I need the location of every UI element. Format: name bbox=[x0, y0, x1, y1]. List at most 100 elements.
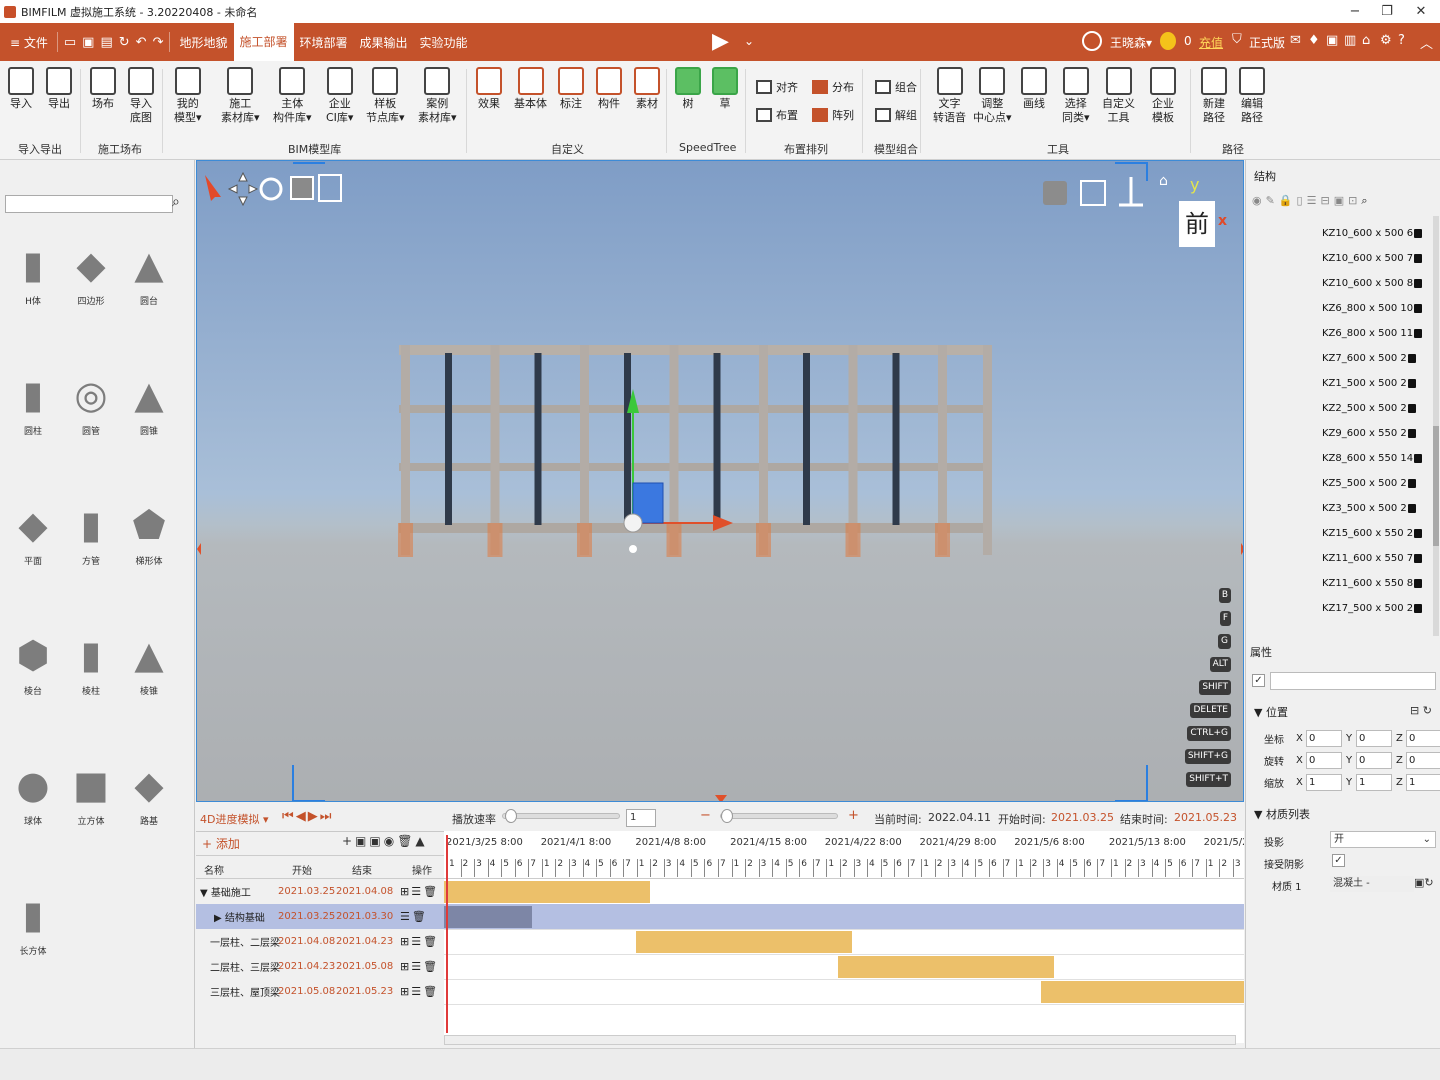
ribbon-button-15[interactable]: 树 bbox=[675, 67, 701, 111]
ribbon-button-1[interactable]: 导出 bbox=[46, 67, 72, 111]
gantt-bar[interactable] bbox=[1041, 981, 1244, 1003]
tab-terrain[interactable]: 地形地貌 bbox=[173, 34, 233, 51]
left-collapse-icon[interactable] bbox=[197, 543, 201, 555]
task-ops[interactable]: ⊞☰🗑 bbox=[400, 935, 439, 948]
tree-item[interactable]: KZ2_500 x 500 2 bbox=[1322, 403, 1416, 414]
lock-icon[interactable] bbox=[1414, 604, 1423, 613]
shortcut-key-badge[interactable]: CTRL+G bbox=[1187, 726, 1231, 741]
shortcut-key-badge[interactable]: F bbox=[1219, 611, 1231, 626]
ribbon-button-14[interactable]: 素材 bbox=[634, 67, 660, 111]
chevron-down-icon[interactable]: ⌄ bbox=[744, 34, 754, 48]
save-icon[interactable]: ▣ bbox=[79, 35, 97, 50]
shape-item[interactable]: ▲ 圆台 bbox=[124, 236, 174, 307]
shortcut-key-badge[interactable]: G bbox=[1218, 634, 1231, 649]
shape-item[interactable]: ▮ 方管 bbox=[66, 496, 116, 567]
shortcut-key-badge[interactable]: SHIFT+G bbox=[1184, 749, 1231, 764]
ribbon-button-20[interactable]: 选择 同类▾ bbox=[1062, 67, 1090, 125]
ribbon-small-button-2[interactable]: 分布 bbox=[812, 79, 854, 95]
shortcut-key-badge[interactable]: SHIFT+T bbox=[1186, 772, 1231, 787]
tree-item[interactable]: KZ9_600 x 550 2 bbox=[1322, 428, 1416, 439]
ribbon-small-button-3[interactable]: 阵列 bbox=[812, 107, 854, 123]
add-task-button[interactable]: + 添加 bbox=[202, 835, 240, 852]
right-collapse-icon[interactable] bbox=[1241, 543, 1244, 555]
minimize-button[interactable]: − bbox=[1338, 0, 1372, 23]
tree-item[interactable]: KZ10_600 x 500 8 bbox=[1322, 278, 1423, 289]
save-as-icon[interactable]: ▤ bbox=[97, 35, 115, 50]
edit-icon[interactable]: ✎ bbox=[1266, 194, 1275, 208]
lock-icon[interactable] bbox=[1414, 304, 1423, 313]
task-ops[interactable]: ⊞☰🗑 bbox=[400, 885, 439, 898]
lock-icon[interactable] bbox=[1414, 454, 1423, 463]
ribbon-button-3[interactable]: 导入 底图 bbox=[128, 67, 154, 125]
playback-controls[interactable]: ⏮◀▶⏭ bbox=[282, 809, 333, 824]
shortcut-key-badge[interactable]: DELETE bbox=[1190, 703, 1231, 718]
lock-icon[interactable] bbox=[1414, 279, 1423, 288]
task-row[interactable]: ▶ 结构基础 2021.03.25 2021.03.30 ☰🗑 bbox=[196, 904, 444, 929]
ribbon-button-9[interactable]: 案例 素材库▾ bbox=[418, 67, 457, 125]
play-icon[interactable]: ▶ bbox=[712, 29, 729, 54]
current-time-marker[interactable] bbox=[446, 835, 448, 1033]
3d-viewport[interactable]: ⌂ y 前 x B F G ALT SHIFT DELETE CTRL+G SHIFT+G SH… bbox=[196, 160, 1244, 802]
receive-shadow-checkbox[interactable]: ✓ bbox=[1332, 854, 1345, 867]
shape-item[interactable]: ◆ 四边形 bbox=[66, 236, 116, 307]
position-section[interactable]: ▼ 位置 bbox=[1254, 704, 1288, 720]
shortcut-key-badge[interactable]: SHIFT bbox=[1199, 680, 1231, 695]
rotate-tool-icon[interactable] bbox=[259, 177, 283, 201]
search-icon[interactable]: ⌕ bbox=[1361, 194, 1367, 208]
tree-item[interactable]: KZ6_800 x 500 11 bbox=[1322, 328, 1423, 339]
task-ops[interactable]: ☰🗑 bbox=[400, 910, 428, 923]
ribbon-button-5[interactable]: 施工 素材库▾ bbox=[221, 67, 260, 125]
tab-experimental[interactable]: 实验功能 bbox=[414, 34, 474, 51]
gantt-bar[interactable] bbox=[444, 881, 650, 903]
prop-input[interactable]: 0 bbox=[1406, 752, 1440, 769]
shape-item[interactable]: ⬢ 棱台 bbox=[8, 626, 58, 697]
shape-item[interactable]: ▮ 棱柱 bbox=[66, 626, 116, 697]
bell-icon[interactable]: ♦ bbox=[1308, 33, 1320, 48]
prop-input[interactable]: 0 bbox=[1406, 730, 1440, 747]
user-avatar-icon[interactable] bbox=[1082, 31, 1102, 51]
ribbon-small-button-0[interactable]: 对齐 bbox=[756, 79, 798, 95]
list-icon[interactable]: ☰ bbox=[1307, 194, 1317, 208]
gantt-bar[interactable] bbox=[444, 906, 532, 928]
ribbon-button-19[interactable]: 画线 bbox=[1021, 67, 1047, 111]
focus-icon[interactable] bbox=[1080, 180, 1106, 206]
home-view-icon[interactable]: ⌂ bbox=[1159, 173, 1168, 189]
help-icon[interactable]: ? bbox=[1398, 33, 1405, 48]
select-tool-icon[interactable] bbox=[205, 175, 221, 201]
open-icon[interactable]: ▭ bbox=[61, 35, 79, 50]
prop-input[interactable]: 1 bbox=[1406, 774, 1440, 791]
lock-icon[interactable] bbox=[1414, 254, 1423, 263]
expand-icon[interactable]: ⊡ bbox=[1348, 194, 1357, 208]
material1-value[interactable]: 混凝土 - bbox=[1330, 876, 1414, 892]
shape-item[interactable]: ▲ 圆锥 bbox=[124, 366, 174, 437]
home-icon[interactable]: ⌂ bbox=[1362, 33, 1370, 48]
lock-icon[interactable] bbox=[1407, 404, 1416, 413]
view-cube-front[interactable]: 前 bbox=[1179, 201, 1215, 247]
gear-icon[interactable]: ⚙ bbox=[1380, 33, 1392, 48]
speed-slider[interactable] bbox=[502, 809, 620, 823]
ribbon-button-18[interactable]: 调整 中心点▾ bbox=[973, 67, 1012, 125]
ribbon-button-24[interactable]: 编辑 路径 bbox=[1239, 67, 1265, 125]
tree-item[interactable]: KZ17_500 x 500 2 bbox=[1322, 603, 1423, 614]
zoom-in-icon[interactable]: + bbox=[848, 808, 859, 823]
shape-item[interactable]: ◆ 路基 bbox=[124, 756, 174, 827]
lock-icon[interactable] bbox=[1407, 504, 1416, 513]
lock-icon[interactable] bbox=[1407, 379, 1416, 388]
recharge-link[interactable]: 充值 bbox=[1199, 34, 1223, 51]
ribbon-button-4[interactable]: 我的 模型▾ bbox=[174, 67, 202, 125]
book-icon[interactable]: ▥ bbox=[1344, 33, 1356, 48]
gantt-bar[interactable] bbox=[636, 931, 852, 953]
ribbon-small-button-4[interactable]: 组合 bbox=[875, 79, 917, 95]
ribbon-small-button-1[interactable]: 布置 bbox=[756, 107, 798, 123]
reset-icon[interactable]: ⊟ ↻ bbox=[1410, 704, 1432, 717]
shape-item[interactable]: ▮ 长方体 bbox=[8, 886, 58, 957]
bottom-collapse-icon[interactable] bbox=[715, 795, 727, 802]
prop-input[interactable]: 0 bbox=[1356, 730, 1392, 747]
search-icon[interactable]: ⌕ bbox=[172, 194, 180, 210]
shortcut-key-badge[interactable]: B bbox=[1218, 588, 1231, 603]
unlock-icon[interactable]: ▯ bbox=[1297, 194, 1303, 208]
lock-icon[interactable] bbox=[1407, 354, 1416, 363]
ribbon-button-13[interactable]: 构件 bbox=[596, 67, 622, 111]
object-name-input[interactable] bbox=[1270, 672, 1436, 690]
ribbon-button-7[interactable]: 企业 CI库▾ bbox=[326, 67, 353, 125]
